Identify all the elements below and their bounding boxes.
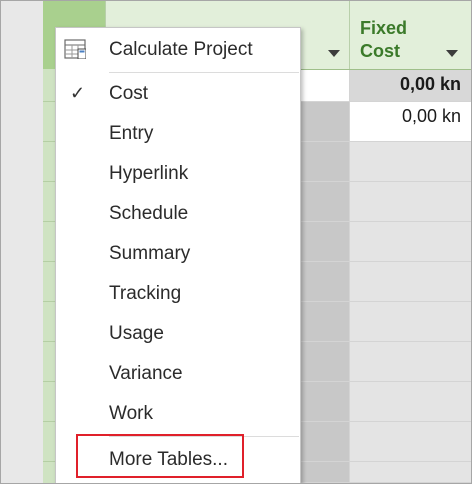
menu-separator [109, 72, 299, 73]
chevron-down-icon[interactable] [446, 50, 458, 57]
menu-item-entry[interactable]: Entry [56, 114, 300, 154]
project-window: Fixed Cost 0,00 kn 0,00 kn Calculate Pro… [0, 0, 472, 484]
menu-item-label: Tracking [109, 283, 182, 304]
chevron-down-icon[interactable] [328, 50, 340, 57]
menu-item-tracking[interactable]: Tracking [56, 274, 300, 314]
row-fixed-cost-value: 0,00 kn [401, 106, 461, 126]
menu-item-label: Schedule [109, 203, 189, 224]
menu-item-label: Calculate Project [109, 39, 253, 60]
menu-item-calculate-project[interactable]: Calculate Project [56, 30, 300, 70]
summary-fixed-cost-value: 0,00 kn [399, 74, 461, 94]
menu-item-summary[interactable]: Summary [56, 234, 300, 274]
left-panel [1, 1, 43, 483]
highlight-annotation [76, 434, 244, 478]
menu-item-usage[interactable]: Usage [56, 314, 300, 354]
menu-item-variance[interactable]: Variance [56, 354, 300, 394]
fixed-cost-header-label: Fixed Cost [360, 18, 408, 61]
menu-item-label: Work [109, 403, 153, 424]
checkmark-icon: ✓ [70, 83, 86, 103]
column-header-fixed-cost[interactable]: Fixed Cost [349, 1, 471, 69]
menu-item-cost[interactable]: ✓ Cost [56, 74, 300, 114]
menu-item-work[interactable]: Work [56, 394, 300, 434]
menu-item-label: Entry [109, 123, 154, 144]
menu-item-schedule[interactable]: Schedule [56, 194, 300, 234]
calculator-icon [64, 39, 86, 59]
menu-item-label: Variance [109, 363, 183, 384]
row-headers[interactable] [43, 69, 55, 483]
menu-item-hyperlink[interactable]: Hyperlink [56, 154, 300, 194]
menu-item-label: Hyperlink [109, 163, 189, 184]
menu-item-label: Usage [109, 323, 164, 344]
menu-item-label: Summary [109, 243, 191, 264]
menu-item-label: Cost [109, 83, 149, 104]
tables-context-menu: Calculate Project ✓ Cost Entry Hyperlink… [55, 27, 301, 483]
